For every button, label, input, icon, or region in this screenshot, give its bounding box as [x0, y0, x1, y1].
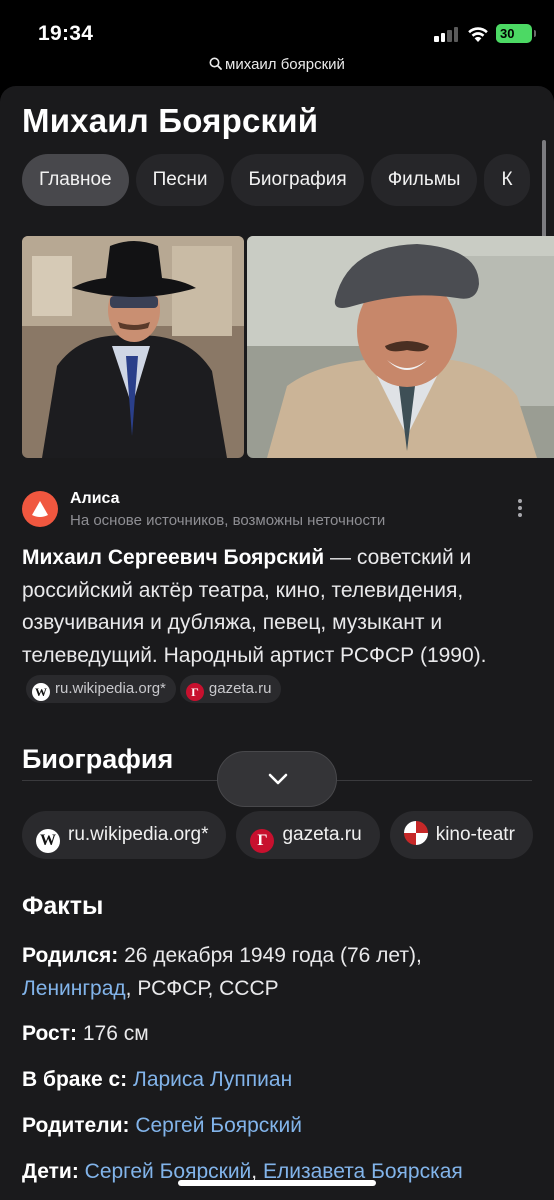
- gazeta-icon: Г: [185, 683, 204, 701]
- tab-more[interactable]: К: [484, 154, 530, 206]
- battery-percent: 30: [500, 26, 515, 41]
- tab-biography[interactable]: Биография: [231, 154, 364, 206]
- search-query-bar[interactable]: михаил боярский: [0, 56, 554, 82]
- fact-height-label: Рост:: [22, 1022, 77, 1045]
- page-title: Михаил Боярский: [22, 102, 319, 139]
- gazeta-icon: Г: [250, 829, 275, 853]
- facts-heading: Факты: [22, 892, 104, 920]
- alice-name: Алиса: [70, 490, 120, 507]
- expand-button[interactable]: [217, 751, 337, 807]
- search-results-page: Михаил Боярский Главное Песни Биография Фил…: [0, 86, 554, 1200]
- fact-married-label: В браке с:: [22, 1068, 128, 1091]
- fact-children-label: Дети:: [22, 1160, 79, 1183]
- alice-disclaimer: На основе источников, возможны неточност…: [70, 512, 386, 529]
- bio-source-kino-teatr[interactable]: kino-teatr: [389, 811, 533, 859]
- photo-2[interactable]: [247, 236, 554, 458]
- fact-born: Родился: 26 декабря 1949 года (76 лет), Л…: [22, 944, 422, 1000]
- fact-married: В браке с: Лариса Луппиан: [22, 1064, 537, 1097]
- status-time: 19:34: [38, 22, 94, 45]
- cellular-signal-icon: [434, 26, 460, 42]
- fact-parents-label: Родители:: [22, 1114, 130, 1137]
- tab-main[interactable]: Главное: [22, 154, 129, 206]
- biography-sources: Wru.wikipedia.org* Гgazeta.ru kino-teatr: [22, 811, 543, 859]
- home-indicator[interactable]: [178, 1180, 376, 1186]
- biography-heading: Биография: [22, 744, 174, 774]
- kino-teatr-icon: [403, 821, 428, 845]
- search-query-text: михаил боярский: [225, 56, 345, 73]
- fact-born-label: Родился:: [22, 944, 119, 967]
- more-options-icon[interactable]: [512, 496, 528, 522]
- photo-1[interactable]: [22, 236, 244, 458]
- wikipedia-icon: W: [32, 683, 50, 701]
- fact-height: Рост: 176 см: [22, 1022, 149, 1045]
- alice-logo-icon: [22, 491, 58, 527]
- alice-summary: Михаил Сергеевич Боярский — советский и …: [22, 542, 537, 705]
- bio-source-wikipedia[interactable]: Wru.wikipedia.org*: [22, 811, 227, 859]
- link-spouse[interactable]: Лариса Луппиан: [133, 1068, 292, 1091]
- tab-films[interactable]: Фильмы: [370, 154, 478, 206]
- status-bar: 19:34 30: [0, 0, 554, 62]
- source-chip-wikipedia[interactable]: Wru.wikipedia.org*: [26, 675, 176, 703]
- bio-source-gazeta[interactable]: Гgazeta.ru: [236, 811, 380, 859]
- chevron-down-icon: [268, 773, 288, 785]
- battery-indicator: 30: [496, 24, 536, 43]
- tab-bar: Главное Песни Биография Фильмы К: [22, 154, 537, 206]
- fact-parents: Родители: Сергей Боярский: [22, 1110, 537, 1143]
- search-icon: [209, 57, 222, 70]
- link-leningrad[interactable]: Ленинград: [22, 977, 126, 1000]
- source-chip-gazeta[interactable]: Гgazeta.ru: [179, 675, 282, 703]
- tab-songs[interactable]: Песни: [135, 154, 225, 206]
- summary-subject: Михаил Сергеевич Боярский: [22, 546, 325, 569]
- wifi-icon: [468, 27, 488, 42]
- wikipedia-icon: W: [36, 829, 60, 853]
- link-parent[interactable]: Сергей Боярский: [135, 1114, 302, 1137]
